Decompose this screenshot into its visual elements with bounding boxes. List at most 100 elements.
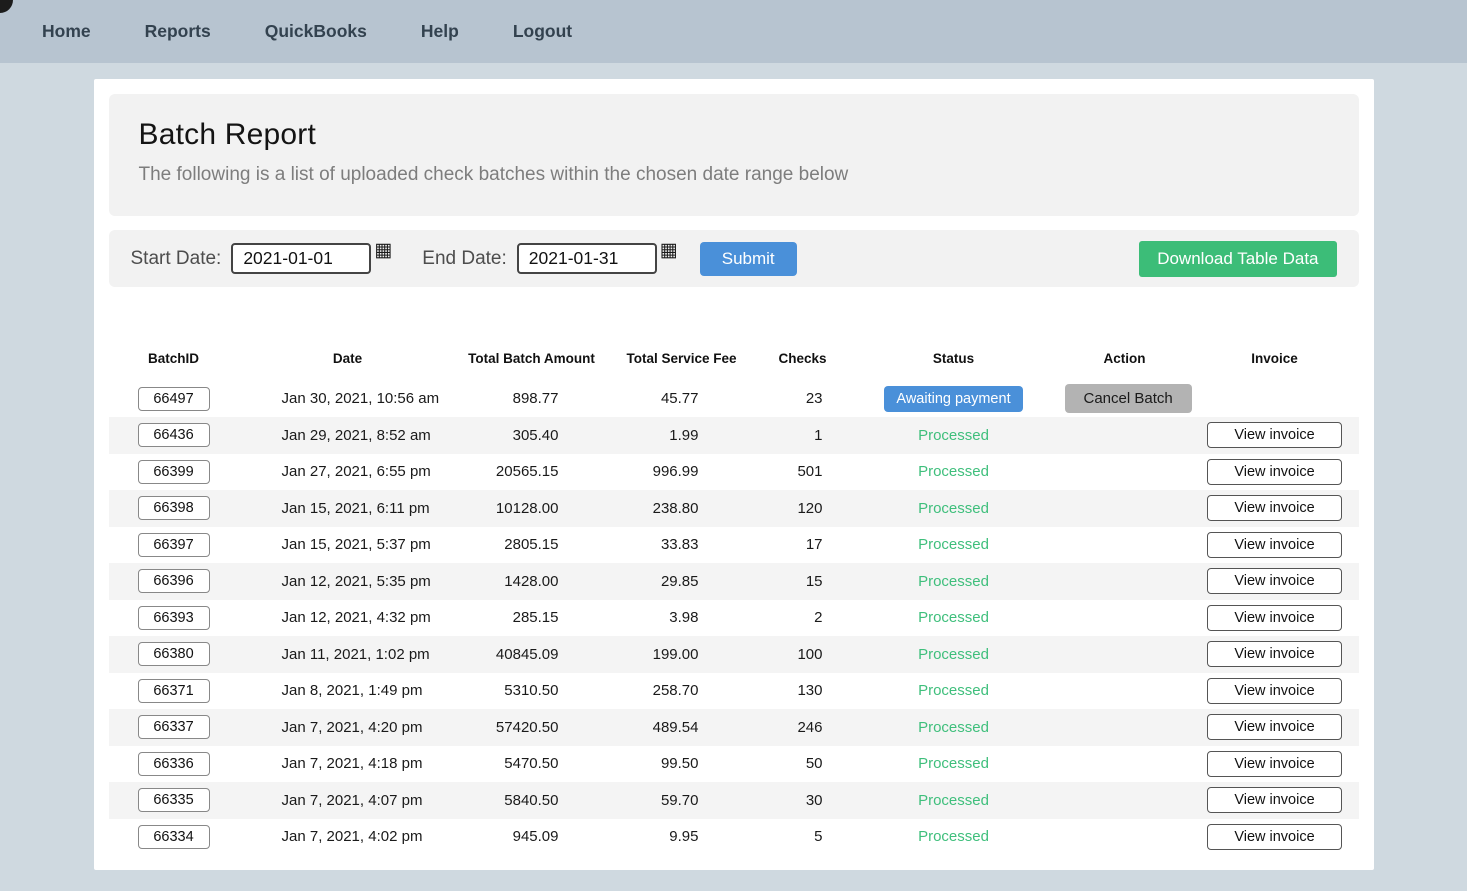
- status-processed-text: Processed: [918, 682, 989, 699]
- batch-id-cell: 66371: [109, 673, 239, 710]
- top-nav: Home Reports QuickBooks Help Logout: [0, 0, 1467, 63]
- date-cell: Jan 29, 2021, 8:52 am: [239, 417, 457, 454]
- batch-id-button[interactable]: 66497: [138, 387, 210, 411]
- action-cell: [1059, 527, 1191, 564]
- end-date-label: End Date:: [422, 248, 507, 270]
- checks-cell: 5: [757, 819, 849, 856]
- calendar-icon[interactable]: ▦: [660, 241, 678, 260]
- table-row: 66380Jan 11, 2021, 1:02 pm40845.09199.00…: [109, 636, 1359, 673]
- total-batch-amount-cell: 20565.15: [457, 454, 607, 491]
- invoice-cell: View invoice: [1191, 819, 1359, 856]
- total-batch-amount-cell: 1428.00: [457, 563, 607, 600]
- view-invoice-button[interactable]: View invoice: [1207, 605, 1342, 631]
- checks-cell: 30: [757, 782, 849, 819]
- batch-id-cell: 66335: [109, 782, 239, 819]
- status-cell: Awaiting payment: [849, 380, 1059, 417]
- table-row: 66396Jan 12, 2021, 5:35 pm1428.0029.8515…: [109, 563, 1359, 600]
- total-batch-amount-cell: 305.40: [457, 417, 607, 454]
- batch-id-button[interactable]: 66436: [138, 423, 210, 447]
- nav-item-quickbooks[interactable]: QuickBooks: [265, 21, 367, 42]
- total-batch-amount-cell: 285.15: [457, 600, 607, 637]
- view-invoice-button[interactable]: View invoice: [1207, 824, 1342, 850]
- batch-id-button[interactable]: 66396: [138, 569, 210, 593]
- total-service-fee-cell: 1.99: [607, 417, 757, 454]
- report-header-panel: Batch Report The following is a list of …: [109, 94, 1359, 216]
- action-cell: [1059, 782, 1191, 819]
- status-cell: Processed: [849, 490, 1059, 527]
- total-service-fee-cell: 996.99: [607, 454, 757, 491]
- action-cell: [1059, 454, 1191, 491]
- checks-cell: 17: [757, 527, 849, 564]
- status-processed-text: Processed: [918, 500, 989, 517]
- view-invoice-button[interactable]: View invoice: [1207, 532, 1342, 558]
- content-container: Batch Report The following is a list of …: [94, 79, 1374, 870]
- view-invoice-button[interactable]: View invoice: [1207, 714, 1342, 740]
- total-service-fee-cell: 29.85: [607, 563, 757, 600]
- view-invoice-button[interactable]: View invoice: [1207, 641, 1342, 667]
- batch-id-cell: 66396: [109, 563, 239, 600]
- nav-item-help[interactable]: Help: [421, 21, 459, 42]
- column-header-action: Action: [1059, 339, 1191, 380]
- nav-item-home[interactable]: Home: [42, 21, 91, 42]
- view-invoice-button[interactable]: View invoice: [1207, 678, 1342, 704]
- invoice-cell: View invoice: [1191, 746, 1359, 783]
- batch-id-button[interactable]: 66371: [138, 679, 210, 703]
- date-cell: Jan 15, 2021, 6:11 pm: [239, 490, 457, 527]
- invoice-cell: View invoice: [1191, 417, 1359, 454]
- action-cell: [1059, 563, 1191, 600]
- batch-id-cell: 66397: [109, 527, 239, 564]
- status-cell: Processed: [849, 819, 1059, 856]
- view-invoice-button[interactable]: View invoice: [1207, 422, 1342, 448]
- date-cell: Jan 8, 2021, 1:49 pm: [239, 673, 457, 710]
- total-batch-amount-cell: 5470.50: [457, 746, 607, 783]
- batch-id-button[interactable]: 66335: [138, 788, 210, 812]
- total-batch-amount-cell: 898.77: [457, 380, 607, 417]
- batch-table: BatchID Date Total Batch Amount Total Se…: [109, 339, 1359, 855]
- date-cell: Jan 12, 2021, 4:32 pm: [239, 600, 457, 637]
- date-cell: Jan 7, 2021, 4:20 pm: [239, 709, 457, 746]
- date-cell: Jan 27, 2021, 6:55 pm: [239, 454, 457, 491]
- batch-id-button[interactable]: 66398: [138, 496, 210, 520]
- status-cell: Processed: [849, 709, 1059, 746]
- cancel-batch-button[interactable]: Cancel Batch: [1065, 384, 1192, 413]
- table-row: 66399 Jan 27, 2021, 6:55 pm20565.15996.99…: [109, 454, 1359, 491]
- status-cell: Processed: [849, 782, 1059, 819]
- invoice-cell: View invoice: [1191, 527, 1359, 564]
- download-table-data-button[interactable]: Download Table Data: [1139, 241, 1336, 277]
- status-cell: Processed: [849, 563, 1059, 600]
- action-cell: [1059, 600, 1191, 637]
- invoice-cell: View invoice: [1191, 673, 1359, 710]
- status-cell: Processed: [849, 454, 1059, 491]
- batch-id-cell: 66336: [109, 746, 239, 783]
- batch-id-button[interactable]: 66393: [138, 606, 210, 630]
- calendar-icon[interactable]: ▦: [374, 241, 392, 260]
- view-invoice-button[interactable]: View invoice: [1207, 751, 1342, 777]
- total-service-fee-cell: 238.80: [607, 490, 757, 527]
- batch-table-header: BatchID Date Total Batch Amount Total Se…: [109, 339, 1359, 380]
- invoice-cell: View invoice: [1191, 454, 1359, 491]
- batch-id-button[interactable]: 66397: [138, 533, 210, 557]
- nav-item-reports[interactable]: Reports: [145, 21, 211, 42]
- action-cell: [1059, 819, 1191, 856]
- end-date-input[interactable]: [517, 243, 657, 274]
- total-service-fee-cell: 258.70: [607, 673, 757, 710]
- status-processed-text: Processed: [918, 719, 989, 736]
- total-service-fee-cell: 199.00: [607, 636, 757, 673]
- checks-cell: 120: [757, 490, 849, 527]
- view-invoice-button[interactable]: View invoice: [1207, 787, 1342, 813]
- view-invoice-button[interactable]: View invoice: [1207, 495, 1342, 521]
- batch-id-button[interactable]: 66399: [138, 460, 210, 484]
- view-invoice-button[interactable]: View invoice: [1207, 568, 1342, 594]
- submit-button[interactable]: Submit: [700, 242, 797, 276]
- batch-id-cell: 66380: [109, 636, 239, 673]
- batch-id-button[interactable]: 66380: [138, 642, 210, 666]
- table-row: 66393Jan 12, 2021, 4:32 pm285.153.982Pro…: [109, 600, 1359, 637]
- start-date-input[interactable]: [231, 243, 371, 274]
- batch-id-button[interactable]: 66336: [138, 752, 210, 776]
- batch-id-button[interactable]: 66334: [138, 825, 210, 849]
- view-invoice-button[interactable]: View invoice: [1207, 459, 1342, 485]
- column-header-status: Status: [849, 339, 1059, 380]
- nav-item-logout[interactable]: Logout: [513, 21, 572, 42]
- batch-id-button[interactable]: 66337: [138, 715, 210, 739]
- action-cell: Cancel Batch: [1059, 380, 1191, 417]
